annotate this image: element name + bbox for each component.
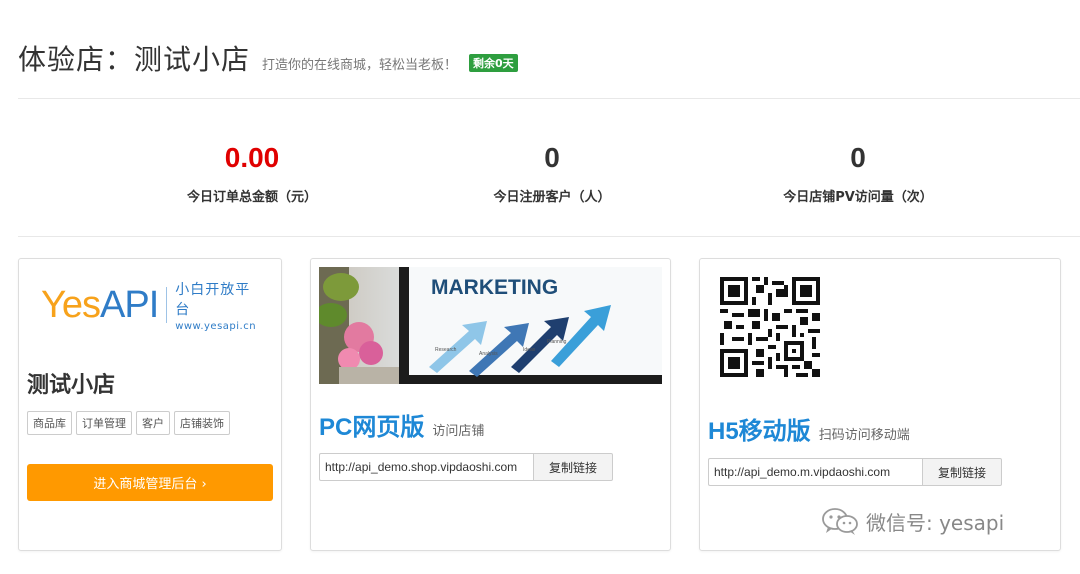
h5-version-title: H5移动版 <box>708 418 811 445</box>
h5-copy-link-button[interactable]: 复制链接 <box>922 458 1002 486</box>
stat-value: 0 <box>850 142 866 173</box>
tag-product-library[interactable]: 商品库 <box>27 411 72 435</box>
stat-store-pv: 0 今日店铺PV访问量（次） <box>708 140 1008 205</box>
stat-label: 今日注册客户（人） <box>493 190 611 205</box>
stat-value: 0.00 <box>224 142 280 173</box>
stat-label: 今日店铺PV访问量（次） <box>783 190 933 205</box>
pc-version-title: PC网页版 <box>319 414 425 441</box>
stat-new-customers: 0 今日注册客户（人） <box>402 140 702 205</box>
pc-link-row: 复制链接 <box>319 453 613 481</box>
store-tag-list: 商品库 订单管理 客户 店铺装饰 <box>27 411 230 435</box>
tag-order-management[interactable]: 订单管理 <box>76 411 132 435</box>
enter-admin-button[interactable]: 进入商城管理后台 › <box>27 464 273 501</box>
svg-text:MARKETING: MARKETING <box>431 276 558 299</box>
divider-top <box>18 98 1080 99</box>
page-header: 体验店：测试小店 打造你的在线商城，轻松当老板！ 剩余0天 <box>18 38 518 78</box>
store-card: YesAPI 小白开放平台 www.yesapi.cn 测试小店 商品库 订单管… <box>18 258 282 551</box>
tag-store-decoration[interactable]: 店铺装饰 <box>174 411 230 435</box>
h5-link-input[interactable] <box>708 458 922 486</box>
pc-copy-link-button[interactable]: 复制链接 <box>533 453 613 481</box>
marketing-banner-image: MARKETING Research Analysis Ideas Planni… <box>319 267 662 384</box>
h5-version-heading: H5移动版 扫码访问移动端 <box>708 411 910 446</box>
logo-wordmark: YesAPI <box>41 283 159 326</box>
tag-customers[interactable]: 客户 <box>136 411 170 435</box>
yesapi-logo: YesAPI 小白开放平台 www.yesapi.cn <box>41 281 261 332</box>
svg-text:Research: Research <box>435 347 457 353</box>
wechat-icon <box>822 508 858 535</box>
wechat-watermark: 微信号: yesapi <box>820 506 1004 536</box>
logo-separator <box>166 287 168 323</box>
page-slogan: 打造你的在线商城，轻松当老板！ <box>262 58 458 73</box>
svg-text:Ideas: Ideas <box>523 347 536 353</box>
h5-version-subtitle: 扫码访问移动端 <box>818 428 910 443</box>
remaining-days-badge: 剩余0天 <box>469 54 518 72</box>
pc-version-subtitle: 访问店铺 <box>432 424 485 439</box>
logo-subtext: 小白开放平台 www.yesapi.cn <box>175 281 257 332</box>
svg-text:Analysis: Analysis <box>479 351 498 357</box>
stat-value: 0 <box>544 142 560 173</box>
pc-link-input[interactable] <box>319 453 533 481</box>
h5-link-row: 复制链接 <box>708 458 1002 486</box>
svg-text:Planning: Planning <box>547 339 567 345</box>
pc-version-card: MARKETING Research Analysis Ideas Planni… <box>310 258 671 551</box>
pc-version-heading: PC网页版 访问店铺 <box>319 407 484 442</box>
divider-middle <box>18 236 1080 237</box>
qr-code-icon <box>720 277 820 377</box>
store-name: 测试小店 <box>27 373 116 398</box>
page-title: 体验店：测试小店 <box>18 43 251 76</box>
watermark-text: 微信号: yesapi <box>866 510 1005 535</box>
stat-order-amount: 0.00 今日订单总金额（元） <box>102 140 402 205</box>
stat-label: 今日订单总金额（元） <box>186 190 317 205</box>
